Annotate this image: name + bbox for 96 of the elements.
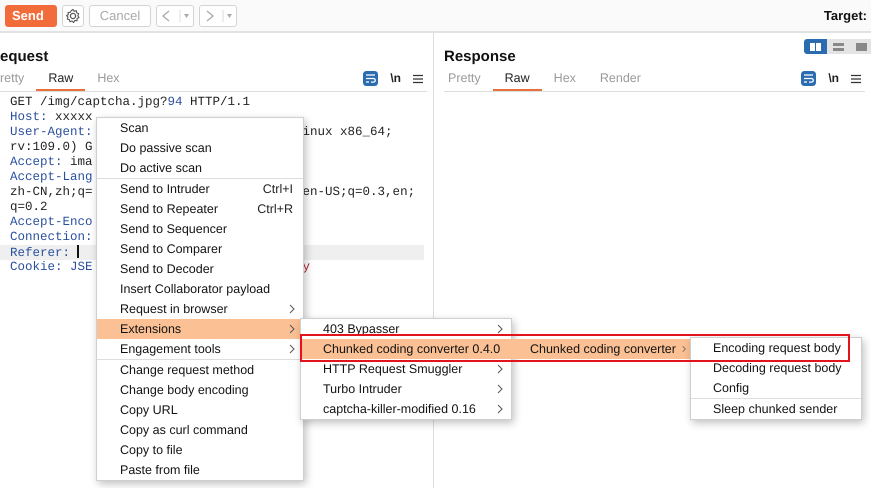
menu-item[interactable]: Insert Collaborator payload [97,279,303,299]
chevron-right-icon [682,344,686,354]
menu-item-label: Extensions [120,322,182,336]
layout-button[interactable] [827,39,850,54]
menu-item[interactable]: captcha-killer-modified 0.16 [301,399,511,419]
code-text: inux x86_64; [302,125,393,140]
columns-layout-icon [810,42,821,50]
menu-item-label: Scan [120,121,150,135]
menu-item-label: Send to Sequencer [120,222,228,236]
menu-item[interactable]: Paste from file [97,460,303,480]
code-text: Host: xxxxx [10,110,93,125]
chevron-right-icon [497,324,503,334]
layout-button[interactable] [850,39,871,54]
menu-item[interactable]: Change request method [97,360,303,380]
menu-item-label: Encoding request body [713,341,842,355]
target-label: Target: [824,8,867,23]
menu-item[interactable]: Sleep chunked sender [691,399,861,419]
menu-item[interactable]: Chunked coding converter [510,339,690,359]
menu-item-label: Do active scan [120,161,203,175]
menu-item-label: Engagement tools [120,342,222,356]
menu-icon[interactable] [851,74,861,84]
menu-item-label: Paste from file [120,463,201,477]
menu-item[interactable]: Scan [97,118,303,138]
rows-layout-icon [833,42,844,50]
menu-item[interactable]: Turbo Intruder [301,379,511,399]
single-layout-icon [856,42,867,50]
menu-item-label: captcha-killer-modified 0.16 [323,402,477,416]
code-text: Accept-Lang [10,170,93,185]
menu-item-label: Send to Decoder [120,262,215,276]
menu-item-label: Copy URL [120,403,179,417]
menu-item[interactable]: Chunked coding converter 0.4.0 [301,339,511,359]
code-text: zh-CN,zh;q= [10,185,93,200]
menu-item[interactable]: Change body encoding [97,380,303,400]
code-text: Accept: ima [10,155,93,170]
panel-title: equest [0,48,48,65]
menu-item-label: Copy as curl command [120,423,249,437]
menu-item-label: Insert Collaborator payload [120,282,272,296]
dropdown-caret-icon [222,8,234,24]
code-text: GET /img/captcha.jpg?94 HTTP/1.1 [10,95,250,110]
word-wrap-icon[interactable] [801,71,816,86]
code-text: Cookie: JSE [10,260,93,275]
menu-item-label: Send to Comparer [120,242,224,256]
menu-item[interactable]: Send to Decoder [97,259,303,279]
tab[interactable]: Raw [492,66,542,90]
settings-icon [64,8,81,24]
menu-item-label: Decoding request body [713,361,843,375]
menu-item[interactable]: Copy as curl command [97,420,303,440]
code-text: Connection: [10,230,93,245]
menu-item[interactable]: Send to Intruder Ctrl+I [97,179,303,199]
menu-item-label: Send to Repeater [120,202,219,216]
tab[interactable]: Raw [36,66,86,90]
menu-item[interactable]: Copy URL [97,400,303,420]
menu-item[interactable]: Config [691,378,861,398]
menu-item[interactable]: HTTP Request Smuggler [301,359,511,379]
word-wrap-icon[interactable] [363,71,378,86]
menu-item[interactable]: Send to Sequencer [97,219,303,239]
menu-item[interactable]: Do active scan [97,158,303,178]
menu-item-label: HTTP Request Smuggler [323,362,464,376]
menu-item[interactable]: Do passive scan [97,138,303,158]
menu-item-label: Sleep chunked sender [713,402,838,416]
menu-item-label: Chunked coding converter [530,342,676,356]
code-text: Referer: [10,245,79,261]
text-cursor [77,245,79,258]
newline-toggle[interactable]: \n [390,66,401,90]
menu-item[interactable]: Send to Comparer [97,239,303,259]
menu-item[interactable]: Request in browser [97,299,303,319]
panel-title: Response [444,48,516,65]
layout-button[interactable] [804,39,827,54]
shortcut-label: Ctrl+I [262,182,293,196]
menu-item-label: Chunked coding converter 0.4.0 [323,342,500,356]
code-text: Accept-Enco [10,215,93,230]
menu-item[interactable]: Send to Repeater Ctrl+R [97,199,303,219]
menu-item[interactable]: Engagement tools [97,339,303,359]
menu-item-label: Config [713,381,750,395]
menu-item-label: Send to Intruder [120,182,211,196]
menu-item-label: Turbo Intruder [323,382,403,396]
menu-item[interactable]: Decoding request body [691,358,861,378]
menu-item[interactable]: Copy to file [97,440,303,460]
settings-button[interactable] [62,4,84,26]
shortcut-label: Ctrl+R [257,202,293,216]
dropdown-caret-icon [179,8,192,24]
code-text: rv:109.0) G [10,140,93,155]
code-text: q=0.2 [10,200,48,215]
menu-icon[interactable] [413,74,423,84]
code-text: User-Agent: [10,125,93,140]
menu-item-label: Request in browser [120,302,229,316]
menu-item-label: Copy to file [120,443,184,457]
menu-item[interactable]: 403 Bypasser [301,319,511,339]
menu-item-label: Change request method [120,363,256,377]
newline-toggle[interactable]: \n [828,66,839,90]
menu-item[interactable]: Encoding request body [691,338,861,358]
code-text: en-US;q=0.3,en; [302,185,416,200]
menu-item-label: Change body encoding [120,383,250,397]
menu-item-label: Do passive scan [120,141,213,155]
menu-item-label: 403 Bypasser [323,322,400,336]
menu-item[interactable]: Extensions [97,319,303,339]
